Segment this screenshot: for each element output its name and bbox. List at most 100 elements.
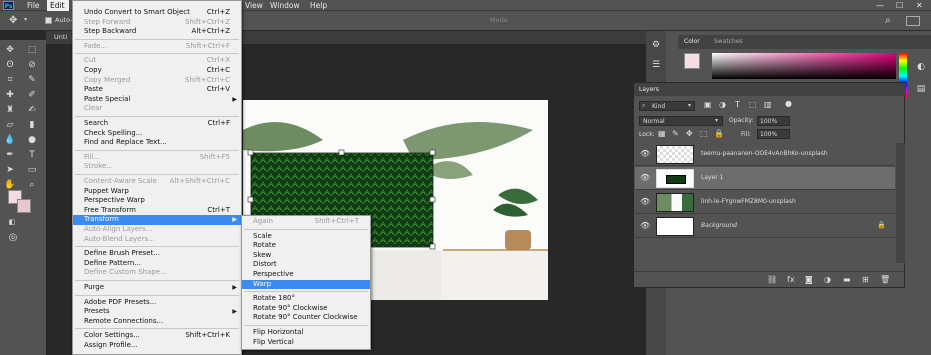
healing-icon[interactable]: ✚	[3, 89, 17, 101]
lock-position-icon[interactable]: ✥	[686, 129, 693, 138]
adjustment-layer-icon[interactable]: ◑	[824, 275, 831, 284]
menu-item-undo-convert-to-smart-object[interactable]: Undo Convert to Smart Object Ctrl+Z	[73, 8, 241, 18]
menu-item-color-settings[interactable]: Color Settings... Shift+Ctrl+K	[73, 331, 241, 341]
close-icon[interactable]: ✕	[916, 0, 923, 11]
menu-item-define-pattern[interactable]: Define Pattern...	[73, 259, 241, 269]
menu-item-adobe-pdf-presets[interactable]: Adobe PDF Presets...	[73, 298, 241, 308]
new-group-icon[interactable]: ▬	[843, 275, 851, 284]
filter-adjustment-icon[interactable]: ◑	[719, 100, 726, 109]
trash-icon[interactable]: 🗑	[880, 275, 890, 284]
tab-color[interactable]: Color	[684, 38, 700, 45]
history-panel-icon[interactable]: ⚙	[649, 39, 663, 51]
lasso-icon[interactable]: ʘ	[3, 59, 17, 71]
tab-swatches[interactable]: Swatches	[714, 38, 743, 45]
layers-scrollbar[interactable]	[896, 143, 905, 263]
marquee-icon[interactable]: ⬚	[25, 44, 39, 56]
menu-item-flip-vertical[interactable]: Flip Vertical	[242, 338, 370, 348]
opacity-input[interactable]: 100%	[757, 116, 790, 126]
layers-tab[interactable]: Layers	[639, 86, 659, 93]
eraser-icon[interactable]: ▱	[3, 119, 17, 131]
minimize-icon[interactable]: —	[876, 0, 884, 11]
quick-mask-icon[interactable]: ◎	[6, 232, 20, 244]
adjustments-icon[interactable]: ◐	[914, 61, 928, 73]
layer-row[interactable]: 👁 linh-le-FYgnwFMZ8M0-unsplash	[635, 191, 895, 214]
eye-icon[interactable]: 👁	[640, 149, 650, 158]
libraries-icon[interactable]: ▤	[914, 83, 928, 95]
menu-edit[interactable]: Edit	[47, 0, 69, 11]
menu-file[interactable]: File	[27, 0, 40, 11]
background-color-swatch[interactable]	[17, 199, 31, 213]
eye-icon[interactable]: 👁	[640, 173, 650, 182]
menu-item-paste[interactable]: Paste Ctrl+V	[73, 85, 241, 95]
add-mask-icon[interactable]: ◙	[805, 275, 813, 284]
gradient-icon[interactable]: ▮	[25, 119, 39, 131]
menu-item-rotate[interactable]: Rotate	[242, 241, 370, 251]
menu-item-transform[interactable]: Transform ▶	[73, 215, 241, 225]
quick-select-icon[interactable]: ⊘	[25, 59, 39, 71]
eyedropper-icon[interactable]: ✎	[25, 74, 39, 86]
layer-row[interactable]: 👁 Layer 1	[635, 167, 895, 190]
layer-row[interactable]: 👁 Background 🔒	[635, 215, 895, 238]
menu-item-warp[interactable]: Warp	[242, 279, 370, 290]
fx-icon[interactable]: fx	[787, 275, 795, 284]
filter-type-icon[interactable]: T	[735, 100, 740, 109]
maximize-icon[interactable]: ☐	[896, 0, 903, 11]
layer-row[interactable]: 👁 teemu-paananen-OOE4vAnBhKo-unsplash	[635, 143, 895, 166]
brush-icon[interactable]: ✐	[25, 89, 39, 101]
lock-pixels-icon[interactable]: ✎	[672, 129, 679, 138]
menu-item-define-brush-preset[interactable]: Define Brush Preset...	[73, 249, 241, 259]
new-layer-icon[interactable]: ⊞	[862, 275, 869, 284]
type-icon[interactable]: T	[25, 149, 39, 161]
menu-item-copy[interactable]: Copy Ctrl+C	[73, 66, 241, 76]
menu-item-flip-horizontal[interactable]: Flip Horizontal	[242, 328, 370, 338]
stamp-icon[interactable]: ♜	[3, 104, 17, 116]
filter-shape-icon[interactable]: ⬚	[749, 100, 757, 109]
lock-all-icon[interactable]: 🔒	[714, 129, 724, 138]
blur-icon[interactable]: 💧	[3, 134, 17, 146]
menu-item-find-and-replace-text[interactable]: Find and Replace Text...	[73, 138, 241, 148]
pen-icon[interactable]: ✒	[3, 149, 17, 161]
shape-icon[interactable]: ▭	[25, 164, 39, 176]
zoom-icon[interactable]: ⌕	[25, 179, 39, 191]
filter-pixel-icon[interactable]: ▣	[704, 100, 712, 109]
menu-item-scale[interactable]: Scale	[242, 232, 370, 242]
menu-item-perspective-warp[interactable]: Perspective Warp	[73, 196, 241, 206]
menu-item-distort[interactable]: Distort	[242, 260, 370, 270]
menu-view[interactable]: View	[245, 0, 263, 11]
eye-icon[interactable]: 👁	[640, 221, 650, 230]
menu-item-skew[interactable]: Skew	[242, 251, 370, 261]
filter-smart-icon[interactable]: ▥	[764, 100, 772, 109]
menu-item-free-transform[interactable]: Free Transform Ctrl+T	[73, 206, 241, 216]
menu-item-rotate-180[interactable]: Rotate 180°	[242, 294, 370, 304]
workspace-icon[interactable]	[906, 16, 920, 26]
color-panel-foreground[interactable]	[684, 53, 700, 69]
menu-item-rotate-90-clockwise[interactable]: Rotate 90° Clockwise	[242, 304, 370, 314]
menu-item-rotate-90-counter-clockwise[interactable]: Rotate 90° Counter Clockwise	[242, 313, 370, 323]
menu-item-purge[interactable]: Purge ▶	[73, 283, 241, 293]
menu-item-search[interactable]: Search Ctrl+F	[73, 119, 241, 129]
menu-help[interactable]: Help	[310, 0, 327, 11]
color-spectrum[interactable]	[712, 53, 896, 79]
move-icon[interactable]: ✥	[3, 44, 17, 56]
menu-item-remote-connections[interactable]: Remote Connections...	[73, 317, 241, 327]
history-brush-icon[interactable]: ✍	[25, 104, 39, 116]
document-tab[interactable]: Unti	[54, 33, 67, 41]
menu-item-perspective[interactable]: Perspective	[242, 270, 370, 280]
properties-panel-icon[interactable]: ☰	[649, 59, 663, 71]
auto-select-checkbox[interactable]	[45, 17, 52, 24]
menu-item-puppet-warp[interactable]: Puppet Warp	[73, 187, 241, 197]
default-colors-icon[interactable]: ◧	[5, 216, 19, 228]
filter-toggle-icon[interactable]: ●	[785, 99, 792, 108]
dodge-icon[interactable]: ●	[25, 134, 39, 146]
crop-icon[interactable]: ⌗	[3, 74, 17, 86]
lock-transparency-icon[interactable]: ▦	[658, 129, 666, 138]
eye-icon[interactable]: 👁	[640, 197, 650, 206]
menu-item-presets[interactable]: Presets ▶	[73, 307, 241, 317]
menu-item-check-spelling[interactable]: Check Spelling...	[73, 129, 241, 139]
filter-kind-select[interactable]: ⌕ Kind ▾	[639, 101, 695, 111]
fill-input[interactable]: 100%	[757, 129, 790, 139]
lock-artboard-icon[interactable]: ⬚	[700, 129, 708, 138]
menu-item-paste-special[interactable]: Paste Special ▶	[73, 95, 241, 105]
menu-item-assign-profile[interactable]: Assign Profile...	[73, 341, 241, 351]
chevron-down-icon[interactable]: ▾	[24, 16, 27, 23]
